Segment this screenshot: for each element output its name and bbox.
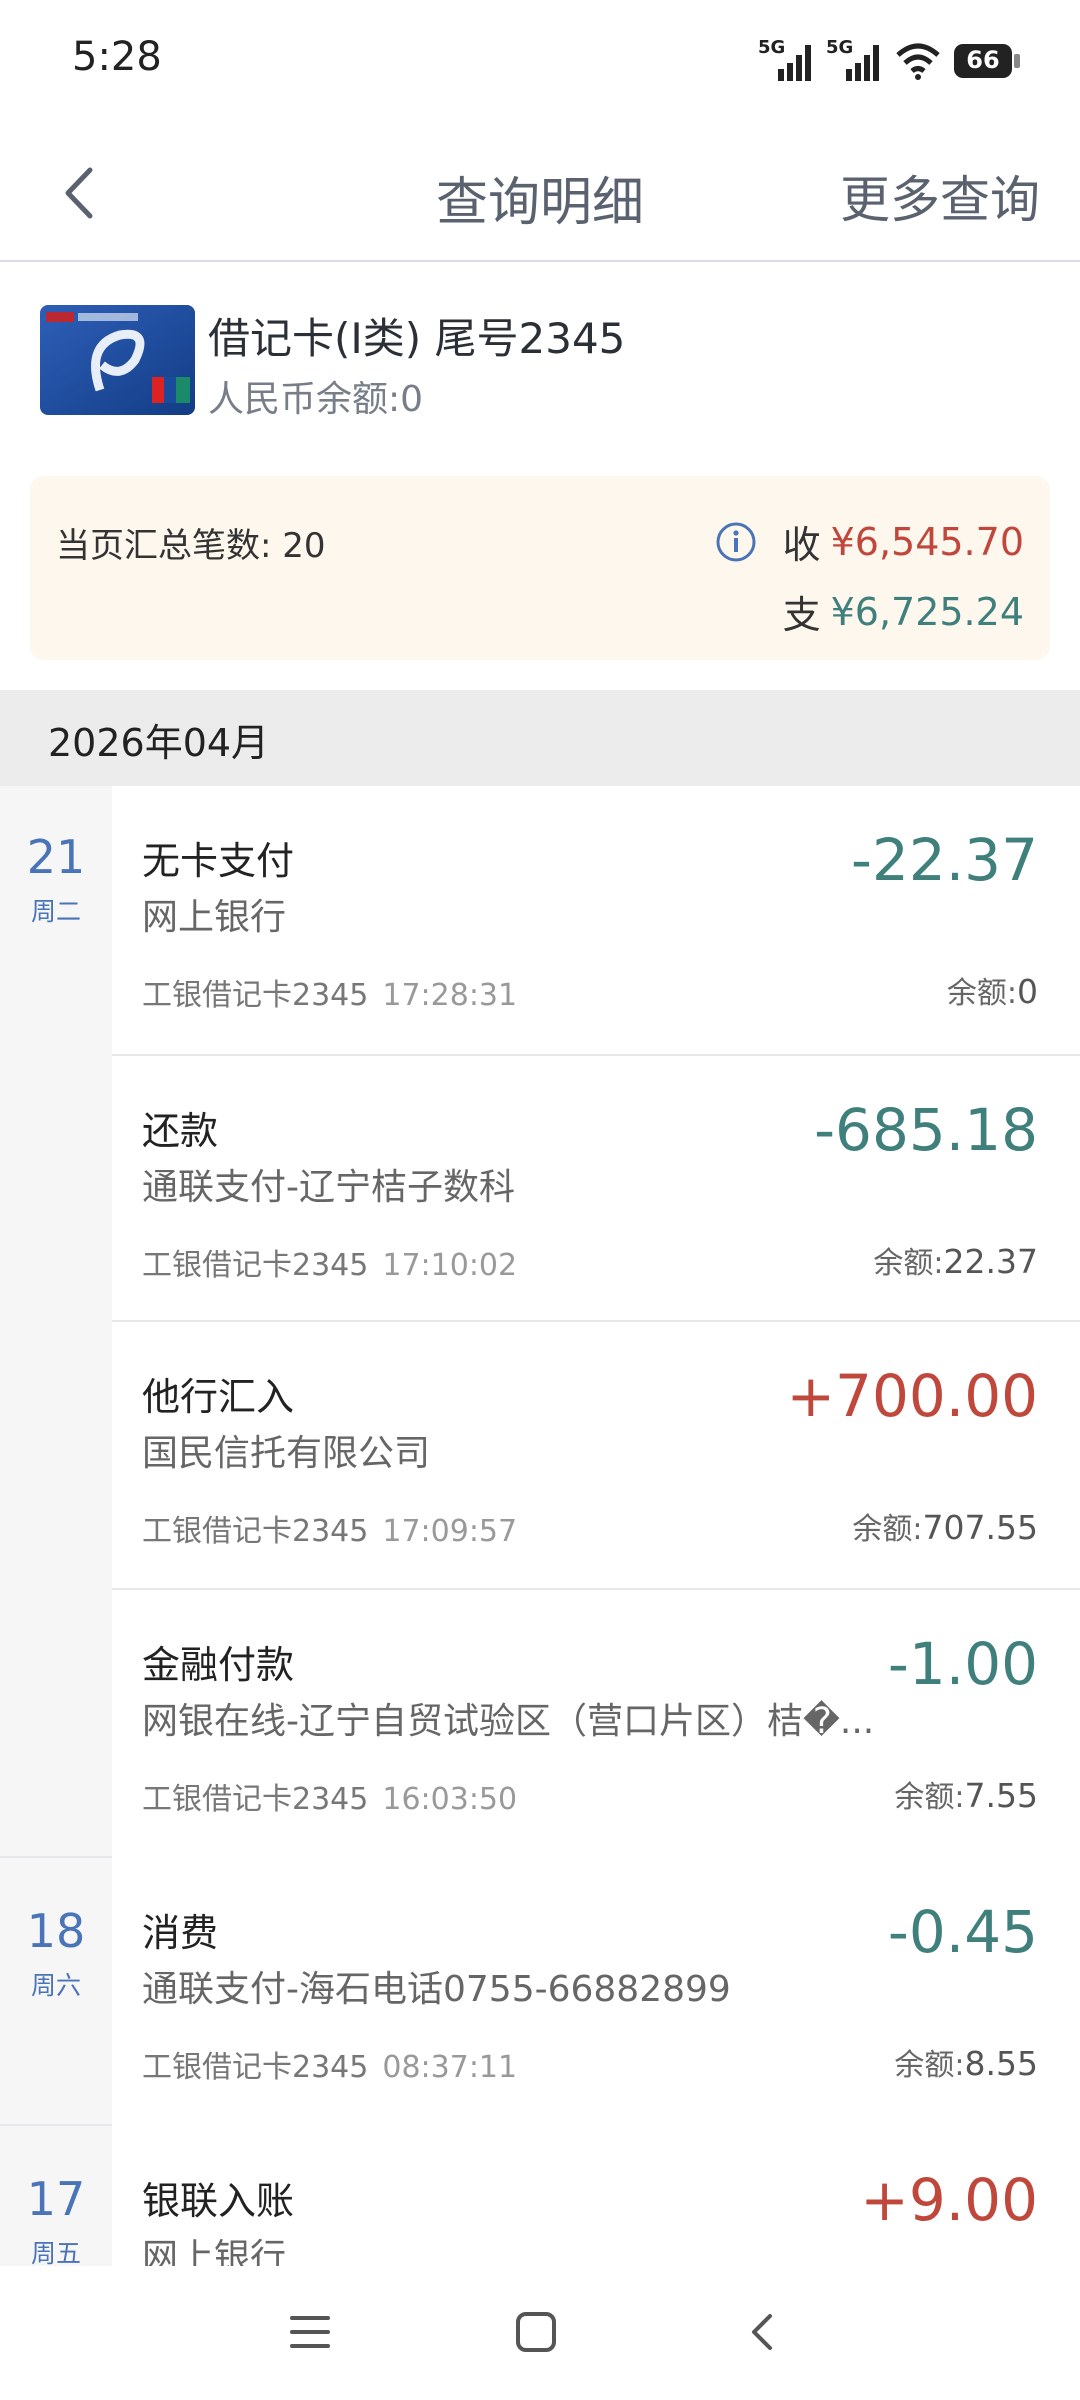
txn-balance-label: 余额: [894, 1780, 965, 1815]
summary-income: 收 ¥6,545.70 [715, 514, 1024, 569]
txn-amount: +9.00 [860, 2166, 1038, 2234]
txn-amount: -685.18 [814, 1096, 1038, 1164]
txn-card: 工银借记卡2345 [142, 1248, 369, 1283]
date-group-21: 21 周二 [0, 786, 112, 1856]
txn-card: 工银借记卡2345 [142, 1514, 369, 1549]
wifi-icon [896, 43, 940, 80]
date-weekday: 周二 [30, 897, 81, 926]
txn-merchant: 国民信托有限公司 [142, 1433, 431, 1474]
txn-card-info: 工银借记卡2345 17:28:31 [142, 970, 517, 1014]
txn-merchant: 通联支付-辽宁桔子数科 [142, 1167, 515, 1208]
date-group-18: 18 周六 [0, 1858, 112, 2124]
card-title: 借记卡(I类) 尾号2345 [208, 314, 626, 363]
txn-balance: 余额:0 [947, 968, 1038, 1012]
txn-time: 17:28:31 [382, 978, 518, 1013]
txn-title: 金融付款 [142, 1643, 295, 1687]
txn-amount: -1.00 [887, 1630, 1038, 1698]
txn-balance: 余额:22.37 [873, 1238, 1038, 1282]
txn-title: 无卡支付 [142, 839, 295, 883]
txn-balance-value: 7.55 [964, 1776, 1038, 1815]
txn-balance: 余额:7.55 [894, 1772, 1038, 1816]
date-day: 21 [26, 830, 86, 884]
transaction-row[interactable]: 金融付款 网银在线-辽宁自贸试验区（营口片区）桔�... 工银借记卡2345 16… [112, 1590, 1080, 1858]
expense-label: 支 [782, 593, 821, 637]
month-header: 2026年04月 [0, 690, 1080, 786]
txn-time: 16:03:50 [382, 1782, 518, 1817]
txn-title: 他行汇入 [142, 1375, 295, 1419]
txn-merchant: 网银在线-辽宁自贸试验区（营口片区）桔�... [142, 1701, 875, 1742]
txn-card: 工银借记卡2345 [142, 978, 369, 1013]
transaction-row[interactable]: 消费 通联支付-海石电话0755-66882899 工银借记卡2345 08:37… [112, 1858, 1080, 2126]
card-balance: 人民币余额:0 [208, 379, 424, 420]
txn-card: 工银借记卡2345 [142, 1782, 369, 1817]
transaction-row[interactable]: 还款 通联支付-辽宁桔子数科 工银借记卡2345 17:10:02 -685.18… [112, 1056, 1080, 1324]
txn-balance-label: 余额: [873, 1246, 944, 1281]
bank-card-image [40, 305, 195, 415]
status-time: 5:28 [72, 34, 162, 80]
txn-card-info: 工银借记卡2345 17:10:02 [142, 1240, 517, 1284]
signal-5g-icon: 5G [758, 37, 814, 83]
system-nav-bar [0, 2266, 1080, 2400]
chevron-left-icon [65, 167, 93, 219]
chevron-left-icon [752, 2314, 772, 2350]
txn-amount: +700.00 [786, 1362, 1038, 1430]
txn-balance-label: 余额: [946, 976, 1017, 1011]
home-button[interactable] [496, 2292, 576, 2372]
battery-icon: 66 [954, 44, 1020, 78]
menu-icon [290, 2316, 330, 2348]
app-header: 查询明细 更多查询 [0, 130, 1080, 262]
txn-title: 还款 [142, 1109, 219, 1153]
transaction-row[interactable]: 他行汇入 国民信托有限公司 工银借记卡2345 17:09:57 +700.00 … [112, 1322, 1080, 1590]
menu-button[interactable] [270, 2292, 350, 2372]
txn-time: 08:37:11 [382, 2050, 518, 2085]
txn-balance-value: 707.55 [922, 1508, 1038, 1547]
txn-card-info: 工银借记卡2345 08:37:11 [142, 2042, 517, 2086]
date-day: 18 [26, 1904, 86, 1958]
summary-count: 当页汇总笔数: 20 [56, 526, 326, 566]
more-query-button[interactable]: 更多查询 [840, 160, 1040, 232]
income-amount: ¥6,545.70 [830, 519, 1024, 564]
txn-card: 工银借记卡2345 [142, 2050, 369, 2085]
txn-merchant: 通联支付-海石电话0755-66882899 [142, 1969, 731, 2010]
transaction-row[interactable]: 无卡支付 网上银行 工银借记卡2345 17:28:31 -22.37 余额:0 [112, 786, 1080, 1054]
txn-time: 17:09:57 [382, 1514, 518, 1549]
expense-amount: ¥6,725.24 [830, 589, 1024, 634]
txn-balance-value: 22.37 [943, 1242, 1038, 1281]
date-group-17: 17 周五 [0, 2126, 112, 2268]
txn-balance-label: 余额: [852, 1512, 923, 1547]
txn-balance: 余额:707.55 [852, 1504, 1038, 1548]
date-weekday: 周六 [30, 1971, 81, 2000]
summary-expense: 支 ¥6,725.24 [783, 584, 1024, 639]
txn-merchant: 网上银行 [142, 897, 287, 938]
txn-amount: -0.45 [887, 1898, 1038, 1966]
txn-time: 17:10:02 [382, 1248, 518, 1283]
txn-balance-value: 0 [1017, 972, 1038, 1011]
txn-balance-label: 余额: [894, 2048, 965, 2083]
info-icon[interactable] [715, 521, 757, 563]
signal-5g-icon: 5G [826, 37, 882, 83]
income-label: 收 [782, 523, 821, 567]
nav-back-button[interactable] [722, 2292, 802, 2372]
back-button[interactable] [46, 158, 116, 228]
txn-amount: -22.37 [851, 826, 1038, 894]
date-weekday: 周五 [30, 2239, 81, 2268]
txn-card-info: 工银借记卡2345 17:09:57 [142, 1506, 517, 1550]
transaction-row[interactable]: 银联入账 网上银行 +9.00 [112, 2126, 1080, 2266]
date-day: 17 [26, 2172, 86, 2226]
txn-merchant: 网上银行 [142, 2237, 287, 2266]
status-icons: 5G 5G 66 [758, 36, 1020, 86]
txn-balance: 余额:8.55 [894, 2040, 1038, 2084]
txn-title: 消费 [142, 1911, 219, 1955]
home-square-icon [516, 2312, 556, 2352]
month-label: 2026年04月 [48, 721, 270, 765]
txn-title: 银联入账 [142, 2179, 295, 2223]
summary-panel: 当页汇总笔数: 20 收 ¥6,545.70 支 ¥6,725.24 [30, 476, 1050, 660]
txn-card-info: 工银借记卡2345 16:03:50 [142, 1774, 517, 1818]
txn-balance-value: 8.55 [964, 2044, 1038, 2083]
